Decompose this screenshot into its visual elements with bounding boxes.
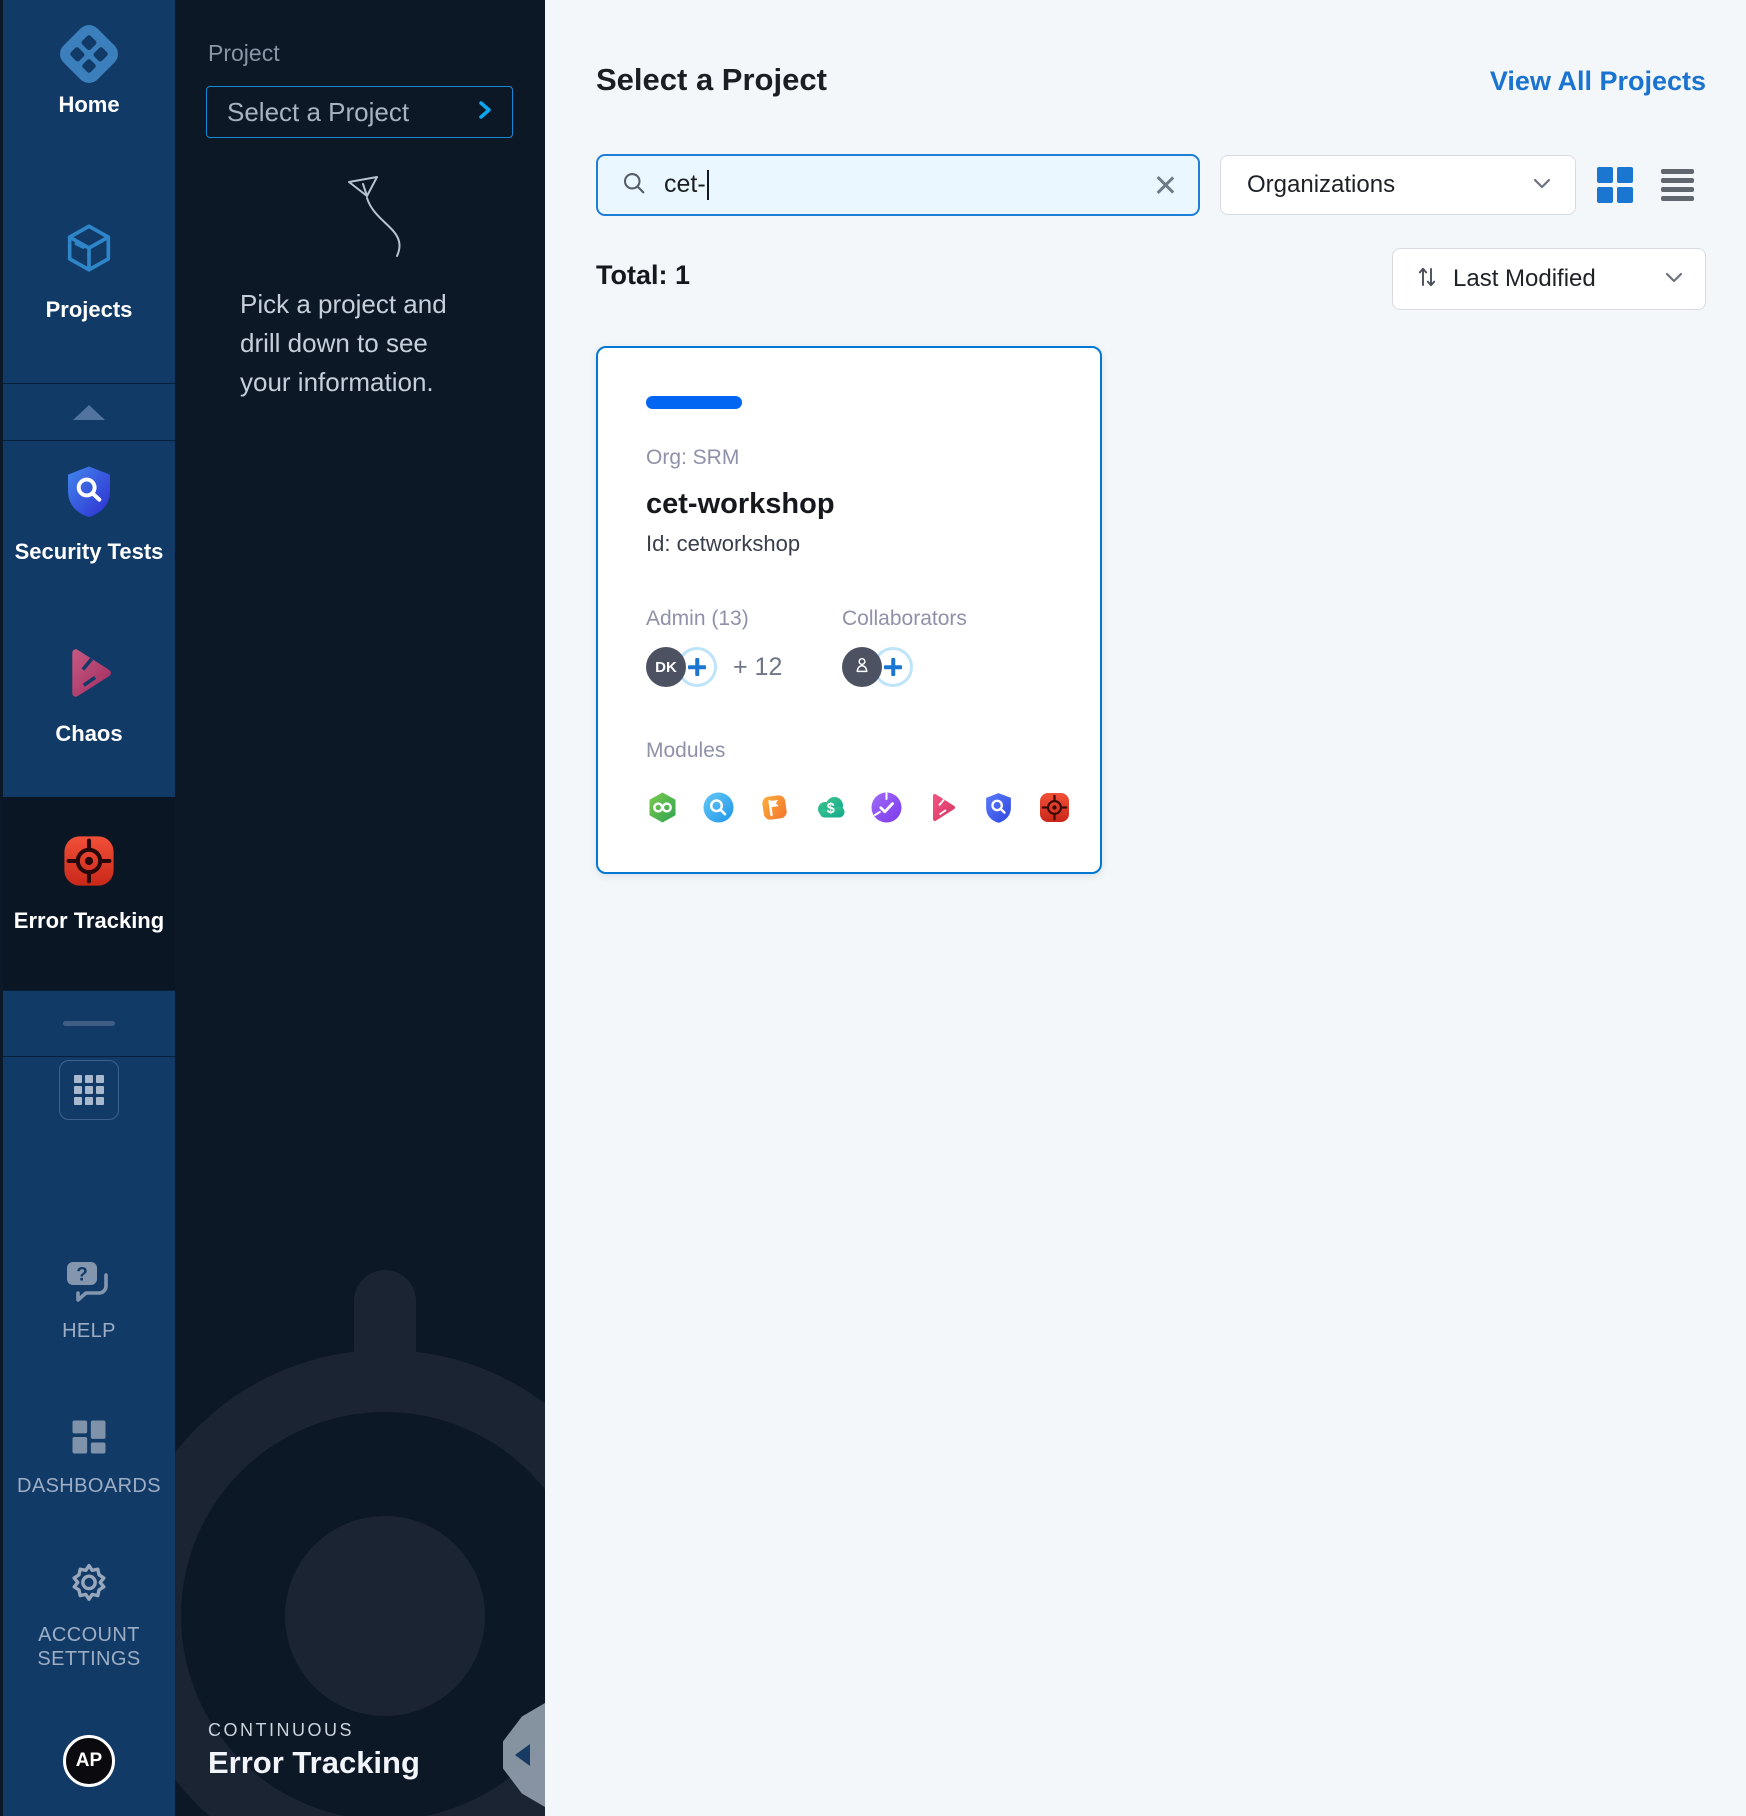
person-icon xyxy=(851,654,873,680)
text-cursor xyxy=(707,170,709,200)
admin-overflow-count: + 12 xyxy=(733,653,782,682)
collaborators-label: Collaborators xyxy=(842,607,1038,631)
svg-text:$: $ xyxy=(827,801,835,817)
view-all-projects-link[interactable]: View All Projects xyxy=(1490,66,1706,97)
search-value: cet- xyxy=(664,170,1152,200)
sidebar-collapse-section[interactable] xyxy=(3,383,175,441)
sidebar-item-chaos[interactable]: Chaos xyxy=(3,644,175,747)
grid-view-icon xyxy=(1597,167,1613,183)
sort-value: Last Modified xyxy=(1453,265,1596,293)
admin-label: Admin (13) xyxy=(646,607,842,631)
sidebar-item-dashboards[interactable]: DASHBOARDS xyxy=(3,1415,175,1498)
chevron-down-icon xyxy=(1663,269,1685,290)
sidebar-item-label: Chaos xyxy=(55,721,122,747)
organizations-filter-value: Organizations xyxy=(1247,171,1395,199)
project-card[interactable]: Org: SRM cet-workshop Id: cetworkshop Ad… xyxy=(596,346,1102,874)
sidebar-item-label: Projects xyxy=(46,297,133,323)
project-id: Id: cetworkshop xyxy=(646,531,1052,557)
project-name: cet-workshop xyxy=(646,488,1052,521)
chevron-down-icon xyxy=(1531,175,1553,196)
module-title: Error Tracking xyxy=(208,1745,420,1781)
project-color-bar xyxy=(646,396,742,409)
chevron-up-icon xyxy=(73,405,105,420)
error-tracking-target-icon xyxy=(61,833,117,894)
main-nav-sidebar: Home Projects Security Tests xyxy=(0,0,175,1816)
grid-view-toggle[interactable] xyxy=(1597,167,1633,203)
module-error-tracking-icon xyxy=(1038,791,1071,824)
module-chaos-engineering-icon xyxy=(926,791,959,824)
chevron-left-icon xyxy=(515,1744,530,1766)
gear-icon xyxy=(65,1560,113,1613)
sidebar-item-account-settings[interactable]: ACCOUNT SETTINGS xyxy=(3,1560,175,1671)
main-content: Select a Project View All Projects cet- … xyxy=(545,0,1746,1816)
search-icon xyxy=(620,169,648,202)
sort-dropdown[interactable]: Last Modified xyxy=(1392,248,1706,310)
module-kicker: CONTINUOUS xyxy=(208,1720,354,1741)
projects-cube-icon xyxy=(60,218,118,283)
module-launcher-button[interactable] xyxy=(59,1060,119,1120)
sort-arrows-icon xyxy=(1415,264,1439,295)
results-total: Total: 1 xyxy=(596,260,690,291)
dashboards-icon xyxy=(67,1415,111,1464)
module-feature-flags-icon xyxy=(758,791,791,824)
admin-avatar-initials: DK xyxy=(655,659,677,676)
page-title: Select a Project xyxy=(596,62,827,98)
chevron-right-icon xyxy=(476,98,494,127)
sidebar-item-label: Security Tests xyxy=(15,539,164,565)
sidebar-item-label: DASHBOARDS xyxy=(17,1474,161,1498)
app-window: Home Projects Security Tests xyxy=(0,0,1746,1816)
home-icon xyxy=(55,20,123,88)
sidebar-item-label: HELP xyxy=(62,1319,116,1343)
sidebar-divider-handle[interactable] xyxy=(3,990,175,1057)
svg-text:?: ? xyxy=(76,1265,88,1286)
grid-launcher-icon xyxy=(74,1075,104,1105)
clear-search-icon[interactable] xyxy=(1152,172,1178,198)
help-chat-icon: ? xyxy=(63,1258,115,1309)
project-org: Org: SRM xyxy=(646,446,1052,470)
list-view-toggle[interactable] xyxy=(1661,169,1694,201)
chaos-icon xyxy=(60,644,118,707)
user-avatar-initials: AP xyxy=(76,1750,102,1772)
project-selector-value: Select a Project xyxy=(227,97,409,128)
list-view-icon xyxy=(1661,169,1694,174)
project-scope-panel: Project Select a Project Pick a project … xyxy=(175,0,545,1816)
drag-handle-icon xyxy=(63,1021,115,1026)
module-cloud-costs-icon: $ xyxy=(814,791,847,824)
search-input[interactable]: cet- xyxy=(596,154,1200,216)
module-continuous-verification-icon xyxy=(870,791,903,824)
sidebar-item-label: ACCOUNT SETTINGS xyxy=(29,1623,149,1671)
modules-row: $ xyxy=(646,791,1052,824)
organizations-filter-dropdown[interactable]: Organizations xyxy=(1220,155,1576,215)
sidebar-item-security-tests[interactable]: Security Tests xyxy=(3,462,175,565)
module-service-reliability-icon xyxy=(702,791,735,824)
module-security-tests-icon xyxy=(982,791,1015,824)
security-tests-shield-icon xyxy=(61,462,117,525)
project-selector-dropdown[interactable]: Select a Project xyxy=(206,86,513,138)
arrow-doodle-icon xyxy=(325,168,415,273)
sidebar-item-help[interactable]: ? HELP xyxy=(3,1258,175,1343)
user-avatar[interactable]: AP xyxy=(63,1735,115,1787)
sidebar-item-error-tracking[interactable]: Error Tracking xyxy=(3,833,175,934)
collaborator-avatar[interactable] xyxy=(842,647,882,687)
project-section-label: Project xyxy=(208,40,280,67)
module-continuous-integration-icon xyxy=(646,791,679,824)
modules-label: Modules xyxy=(646,739,1052,763)
sidebar-item-projects[interactable]: Projects xyxy=(3,218,175,323)
admin-avatar[interactable]: DK xyxy=(646,647,686,687)
sidebar-item-label: Error Tracking xyxy=(14,908,164,934)
sidebar-item-label: Home xyxy=(58,92,119,118)
empty-state-hint: Pick a project and drill down to see you… xyxy=(240,285,485,402)
sidebar-item-home[interactable]: Home xyxy=(3,30,175,118)
